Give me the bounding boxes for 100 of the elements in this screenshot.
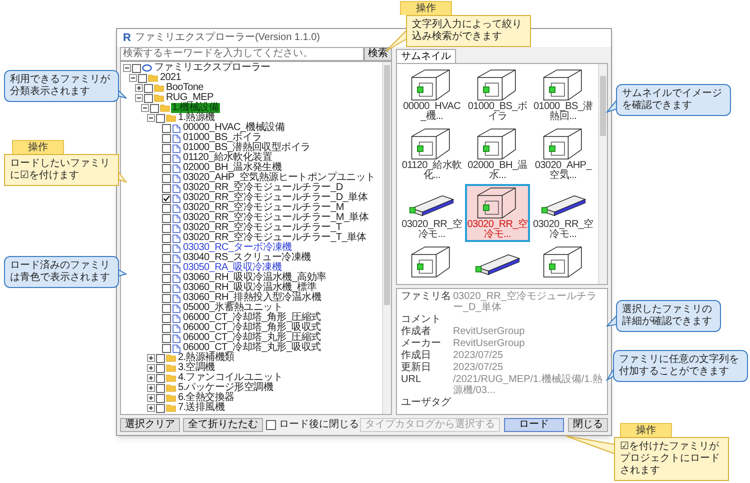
expand-icon[interactable]: [147, 394, 155, 402]
thumbnail[interactable]: 01120_給水軟化...: [399, 125, 465, 183]
tree-item[interactable]: 1.熱源機: [177, 113, 216, 123]
tree-item[interactable]: 5.パッケージ形空調機: [177, 383, 274, 393]
checkbox[interactable]: [162, 214, 171, 222]
checkbox[interactable]: [162, 344, 171, 352]
checkbox[interactable]: [156, 364, 165, 372]
tree-item[interactable]: 03030_RC_ターボ冷凍機: [182, 243, 293, 253]
checkbox[interactable]: [162, 204, 171, 212]
scrollbar[interactable]: [382, 62, 391, 414]
tree-item[interactable]: 03060_RH_排熱投入型冷温水機: [182, 293, 322, 303]
tree-item[interactable]: 2.熱源補機類: [177, 353, 236, 363]
checkbox[interactable]: [144, 94, 153, 102]
tree-item[interactable]: 06000_CT_冷却塔_角形_吸収式: [182, 323, 322, 333]
tree-item[interactable]: 01000_BS_ボイラ: [182, 133, 263, 143]
checkbox[interactable]: [162, 174, 171, 182]
tree-item[interactable]: 01000_BS_潜熱回収型ボイラ: [182, 143, 312, 153]
thumbnail[interactable]: 03020_AHP_空気...: [530, 125, 596, 183]
tree-item[interactable]: 03050_RA_吸収冷凍機: [182, 263, 283, 273]
collapse-icon[interactable]: [123, 64, 131, 72]
thumbnail[interactable]: 02000_BH_温水...: [464, 125, 530, 183]
checkbox[interactable]: [266, 420, 276, 430]
collapse-icon[interactable]: [129, 74, 137, 82]
collapse-icon[interactable]: [135, 94, 143, 102]
tree-item[interactable]: 03060_RH_吸収冷温水機_標準: [182, 283, 318, 293]
checkbox[interactable]: [138, 74, 147, 82]
checkbox[interactable]: [162, 124, 171, 132]
thumbnail[interactable]: 03020_RR_空冷モ...: [464, 184, 530, 242]
clear-selection-button[interactable]: 選択クリア: [120, 418, 180, 432]
search-field[interactable]: 検索するキーワードを入力してください。: [120, 47, 364, 61]
checkbox[interactable]: [162, 314, 171, 322]
collapse-icon[interactable]: [141, 104, 149, 112]
tree-item[interactable]: RUG_MEP: [165, 93, 214, 103]
tree-item[interactable]: 02000_BH_温水発生機: [182, 163, 283, 173]
tree-item[interactable]: 03060_RH_吸収冷温水機_高効率: [182, 273, 328, 283]
thumbnail[interactable]: 00000_HVAC_機...: [399, 66, 465, 124]
expand-icon[interactable]: [135, 84, 143, 92]
checkbox[interactable]: [162, 134, 171, 142]
tree-item[interactable]: 03020_RR_空冷モジュールチラー_T_単体: [182, 233, 368, 243]
checkbox[interactable]: [162, 224, 171, 232]
tree-item[interactable]: 6.全熱交換器: [177, 393, 236, 403]
checkbox[interactable]: [162, 144, 171, 152]
tree-item[interactable]: 3.空調機: [177, 363, 216, 373]
checkbox[interactable]: [144, 84, 153, 92]
checkbox[interactable]: [156, 384, 165, 392]
tree-item[interactable]: BooTone: [165, 83, 204, 93]
load-button[interactable]: ロード: [504, 418, 564, 432]
scrollbar[interactable]: [598, 64, 607, 284]
tree-item[interactable]: 4.ファンコイルユニット: [177, 373, 284, 383]
tree-item[interactable]: 03020_RR_空冷モジュールチラー_M: [182, 203, 345, 213]
tree-item[interactable]: 03020_RR_空冷モジュールチラー_M_単体: [182, 213, 370, 223]
tree-item[interactable]: 1.機械設備: [171, 103, 220, 113]
checkbox[interactable]: [162, 334, 171, 342]
collapse-all-button[interactable]: 全て折りたたむ: [183, 418, 263, 432]
checkbox[interactable]: [156, 114, 165, 122]
thumbnail[interactable]: 03020_RR_空冷モ...: [399, 184, 465, 242]
tree-item[interactable]: ファミリエクスプローラー: [153, 63, 272, 73]
expand-icon[interactable]: [147, 364, 155, 372]
checkbox[interactable]: [162, 264, 171, 272]
tree-item[interactable]: 00000_HVAC_機械設備: [182, 123, 286, 133]
checkbox[interactable]: [162, 154, 171, 162]
checkbox[interactable]: [162, 184, 171, 192]
checkbox[interactable]: [156, 394, 165, 402]
checkbox[interactable]: [162, 294, 171, 302]
tree-item[interactable]: 06000_CT_冷却塔_角形_圧縮式: [182, 313, 322, 323]
tree-item[interactable]: 05000_氷蓄熱ユニット: [182, 303, 284, 313]
checkbox[interactable]: [162, 274, 171, 282]
checkbox[interactable]: [162, 304, 171, 312]
search-button[interactable]: 検索: [364, 47, 392, 61]
tree-item[interactable]: 03020_RR_空冷モジュールチラー_T: [182, 223, 343, 233]
checkbox[interactable]: [132, 64, 141, 72]
tree-item[interactable]: 03040_RS_スクリュー冷凍機: [182, 253, 312, 263]
tab[interactable]: サムネイル: [396, 49, 456, 63]
expand-icon[interactable]: [147, 374, 155, 382]
expand-icon[interactable]: [147, 354, 155, 362]
checkbox[interactable]: [162, 244, 171, 252]
tree-item[interactable]: 03020_RR_空冷モジュールチラー_D_単体: [182, 193, 369, 203]
checkbox[interactable]: [150, 104, 159, 112]
tree-item[interactable]: 06000_CT_冷却塔_丸形_吸収式: [182, 343, 322, 353]
tree-item[interactable]: 03020_AHP_空気熱源ヒートポンプユニット: [182, 173, 376, 183]
checkbox[interactable]: [162, 164, 171, 172]
expand-icon[interactable]: [147, 404, 155, 412]
tree-item[interactable]: 06000_CT_冷却塔_丸形_圧縮式: [182, 333, 322, 343]
thumbnail[interactable]: 01000_BS_潜熱回...: [530, 66, 596, 124]
checkbox[interactable]: [162, 324, 171, 332]
tree-item[interactable]: 7.送排風機: [177, 403, 226, 413]
checkbox[interactable]: [162, 234, 171, 242]
thumbnail[interactable]: 01000_BS_ボイラ: [464, 66, 530, 124]
expand-icon[interactable]: [147, 384, 155, 392]
checkbox[interactable]: [156, 354, 165, 362]
thumbnail[interactable]: 03020_RR_空冷モ...: [530, 184, 596, 242]
checkbox[interactable]: [156, 374, 165, 382]
collapse-icon[interactable]: [147, 114, 155, 122]
checkbox[interactable]: [162, 284, 171, 292]
close-button[interactable]: 閉じる: [568, 418, 608, 432]
checkbox[interactable]: [156, 404, 165, 412]
checkbox[interactable]: [162, 194, 171, 202]
tree-item[interactable]: 2021: [159, 73, 182, 83]
tree-item[interactable]: 03020_RR_空冷モジュールチラー_D: [182, 183, 344, 193]
tree-item[interactable]: 01120_給水軟化装置: [182, 153, 274, 163]
